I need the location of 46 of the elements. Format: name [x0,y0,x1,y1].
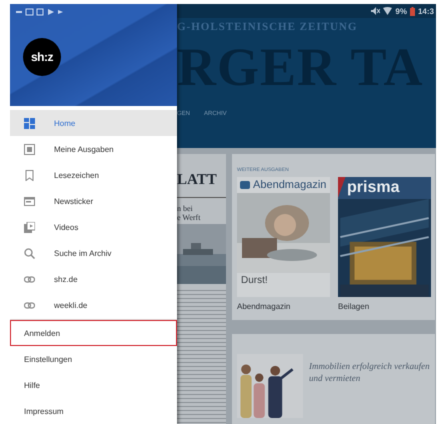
menu-item[interactable]: shz.de [10,266,177,292]
menu-item[interactable]: Newsticker [10,188,177,214]
headline-line: n bei [177,204,194,213]
card-icon [24,196,35,207]
dashboard-icon [24,118,35,129]
search-icon [24,248,35,259]
menu-item-label: Newsticker [54,196,94,206]
menu-item[interactable]: Anmelden [10,320,177,346]
link-icon [24,300,35,311]
battery-icon [410,6,415,16]
cover-caption: Abendmagazin [237,302,292,311]
menu-item-label: Home [54,118,76,128]
menu-item[interactable]: Meine Ausgaben [10,136,177,162]
logo-icon [240,181,250,189]
magazine-cover[interactable]: Abendmagazin Durst! [237,177,330,297]
square-icon [24,144,35,155]
newspaper-title: LATT [177,172,218,189]
cover-masthead: prisma [338,177,431,199]
wifi-icon [383,7,392,15]
menu-item-label: weekli.de [54,300,88,310]
mute-icon [371,7,380,15]
menu-item[interactable]: Home [10,110,177,136]
link-icon [24,274,35,285]
menu-item[interactable]: Einstellungen [10,346,177,372]
menu-item-label: Videos [54,222,78,232]
headline-line: e Werft [177,213,202,222]
menu-item-label: Suche im Archiv [54,248,112,258]
menu-item[interactable]: Suche im Archiv [10,240,177,266]
magazine-cover[interactable]: prisma [338,177,431,297]
clock: 14:3 [418,6,434,16]
cover-masthead: Abendmagazin [253,179,326,191]
menu-item[interactable]: weekli.de [10,292,177,318]
bookmark-icon [24,170,35,181]
video-icon [24,222,35,233]
battery-percent: 9% [395,6,407,16]
menu-item[interactable]: Lesezeichen [10,162,177,188]
menu-item-label: Meine Ausgaben [54,144,114,154]
menu-item[interactable]: Impressum [10,398,177,424]
ad-headline: Immobilien erfolgreich verkaufen und vermieten [309,360,430,385]
menu-item[interactable]: Videos [10,214,177,240]
logo: sh:z [23,38,61,76]
menu-item-label: Lesezeichen [54,170,99,180]
cover-caption: Beilagen [338,302,370,311]
menu-item-label: shz.de [54,274,78,284]
menu-item[interactable]: Hilfe [10,372,177,398]
cover-line: Durst! [240,274,269,288]
